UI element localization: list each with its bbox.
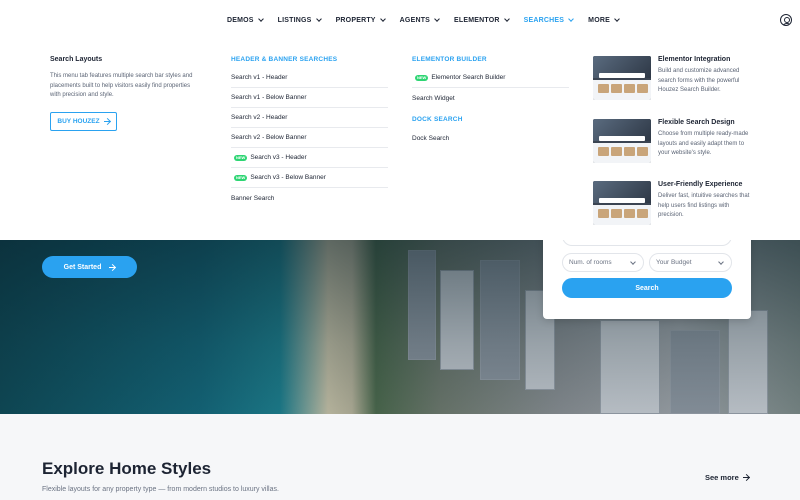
menu-link-label: Search v2 - Header bbox=[231, 114, 288, 121]
chevron-down-icon bbox=[630, 259, 636, 265]
get-started-button[interactable]: Get Started bbox=[42, 256, 137, 278]
nav-item-label: ELEMENTOR bbox=[454, 16, 500, 24]
feature-thumbnail bbox=[593, 56, 651, 100]
searches-mega-menu: Search Layouts This menu tab features mu… bbox=[0, 40, 800, 240]
top-navigation: DEMOS LISTINGS PROPERTY AGENTS ELEMENTOR… bbox=[0, 0, 800, 40]
menu-link-elementor-search-builder[interactable]: NEW Elementor Search Builder bbox=[412, 68, 569, 88]
arrow-right-icon bbox=[103, 120, 110, 122]
menu-link-label: Banner Search bbox=[231, 194, 275, 202]
column-heading-dock: DOCK SEARCH bbox=[412, 116, 463, 123]
new-badge: NEW bbox=[234, 154, 248, 161]
menu-link-dock-search[interactable]: Dock Search bbox=[412, 128, 569, 148]
nav-item-demos[interactable]: DEMOS bbox=[227, 16, 264, 24]
menu-link-label: Search v2 - Below Banner bbox=[231, 134, 307, 141]
get-started-label: Get Started bbox=[63, 263, 102, 271]
column-heading: ELEMENTOR BUILDER bbox=[412, 56, 487, 63]
chevron-down-icon bbox=[568, 16, 575, 22]
nav-item-elementor[interactable]: ELEMENTOR bbox=[454, 16, 510, 24]
nav-item-label: LISTINGS bbox=[277, 16, 312, 24]
menu-link-search-v2-below-banner[interactable]: Search v2 - Below Banner bbox=[231, 128, 388, 148]
buy-houzez-button[interactable]: BUY HOUZEZ bbox=[50, 111, 117, 131]
menu-link-search-widget[interactable]: Search Widget bbox=[412, 88, 569, 108]
menu-link-search-v1-header[interactable]: Search v1 - Header bbox=[231, 68, 388, 88]
nav-item-property[interactable]: PROPERTY bbox=[335, 16, 386, 24]
mega-intro-description: This menu tab features multiple search b… bbox=[50, 73, 193, 98]
header-banner-searches-column: HEADER & BANNER SEARCHES Search v1 - Hea… bbox=[231, 56, 388, 208]
feature-thumbnail bbox=[593, 181, 651, 225]
budget-placeholder: Your Budget bbox=[656, 259, 692, 266]
new-badge: NEW bbox=[234, 174, 248, 181]
menu-link-label: Elementor Search Builder bbox=[431, 74, 506, 81]
arrow-right-icon bbox=[742, 477, 749, 478]
chevron-down-icon bbox=[257, 16, 264, 22]
search-button-label: Search bbox=[635, 284, 659, 292]
rooms-placeholder: Num. of rooms bbox=[569, 259, 612, 266]
feature-description: Choose from multiple ready-made layouts … bbox=[658, 131, 749, 156]
elementor-builder-column: ELEMENTOR BUILDER NEW Elementor Search Bu… bbox=[412, 56, 569, 148]
buy-houzez-label: BUY HOUZEZ bbox=[57, 117, 100, 125]
mega-intro-title: Search Layouts bbox=[50, 56, 103, 63]
feature-user-friendly-experience[interactable]: User-Friendly Experience Deliver fast, i… bbox=[593, 181, 753, 227]
see-more-label: See more bbox=[705, 473, 739, 482]
main-menu: DEMOS LISTINGS PROPERTY AGENTS ELEMENTOR… bbox=[227, 0, 634, 40]
feature-title: User-Friendly Experience bbox=[658, 181, 743, 188]
column-heading: HEADER & BANNER SEARCHES bbox=[231, 56, 338, 63]
feature-flexible-search-design[interactable]: Flexible Search Design Choose from multi… bbox=[593, 119, 753, 165]
see-more-link[interactable]: See more bbox=[705, 473, 749, 482]
chevron-down-icon bbox=[718, 259, 724, 265]
nav-item-listings[interactable]: LISTINGS bbox=[277, 16, 322, 24]
section-title: Explore Home Styles bbox=[42, 459, 212, 478]
menu-link-label: Search v1 - Below Banner bbox=[231, 94, 307, 101]
chevron-down-icon bbox=[379, 16, 386, 22]
section-subtitle: Flexible layouts for any property type —… bbox=[42, 486, 279, 493]
rooms-select[interactable]: Num. of rooms bbox=[562, 253, 644, 272]
feature-title: Elementor Integration bbox=[658, 56, 731, 63]
chevron-down-icon bbox=[315, 16, 322, 22]
search-button[interactable]: Search bbox=[562, 278, 732, 298]
feature-description: Build and customize advanced search form… bbox=[658, 68, 740, 93]
nav-item-label: AGENTS bbox=[399, 16, 431, 24]
chevron-down-icon bbox=[503, 16, 510, 22]
nav-item-agents[interactable]: AGENTS bbox=[399, 16, 440, 24]
nav-item-label: DEMOS bbox=[227, 16, 254, 24]
property-search-card: Num. of rooms Your Budget Search bbox=[543, 232, 751, 319]
feature-elementor-integration[interactable]: Elementor Integration Build and customiz… bbox=[593, 56, 753, 102]
menu-link-label: Search v3 - Header bbox=[250, 154, 307, 161]
feature-title: Flexible Search Design bbox=[658, 119, 735, 126]
menu-link-banner-search[interactable]: Banner Search bbox=[231, 188, 388, 208]
user-account-icon[interactable] bbox=[780, 14, 792, 26]
nav-item-label: PROPERTY bbox=[335, 16, 376, 24]
menu-link-search-v3-header[interactable]: NEW Search v3 - Header bbox=[231, 148, 388, 168]
arrow-right-icon bbox=[109, 266, 116, 268]
menu-link-search-v2-header[interactable]: Search v2 - Header bbox=[231, 108, 388, 128]
nav-item-label: MORE bbox=[588, 16, 610, 24]
feature-thumbnail bbox=[593, 119, 651, 163]
feature-description: Deliver fast, intuitive searches that he… bbox=[658, 193, 750, 218]
budget-select[interactable]: Your Budget bbox=[649, 253, 732, 272]
menu-link-search-v3-below-banner[interactable]: NEW Search v3 - Below Banner bbox=[231, 168, 388, 188]
nav-item-label: SEARCHES bbox=[523, 16, 565, 24]
nav-item-more[interactable]: MORE bbox=[588, 16, 620, 24]
new-badge: NEW bbox=[415, 74, 429, 81]
menu-link-label: Search v1 - Header bbox=[231, 74, 288, 81]
menu-link-label: Search Widget bbox=[412, 94, 455, 102]
menu-link-search-v1-below-banner[interactable]: Search v1 - Below Banner bbox=[231, 88, 388, 108]
chevron-down-icon bbox=[434, 16, 440, 22]
menu-link-label: Dock Search bbox=[412, 134, 450, 142]
menu-link-label: Search v3 - Below Banner bbox=[250, 174, 326, 181]
nav-item-searches[interactable]: SEARCHES bbox=[523, 16, 575, 24]
chevron-down-icon bbox=[614, 16, 620, 22]
mega-intro: Search Layouts This menu tab features mu… bbox=[50, 56, 210, 131]
